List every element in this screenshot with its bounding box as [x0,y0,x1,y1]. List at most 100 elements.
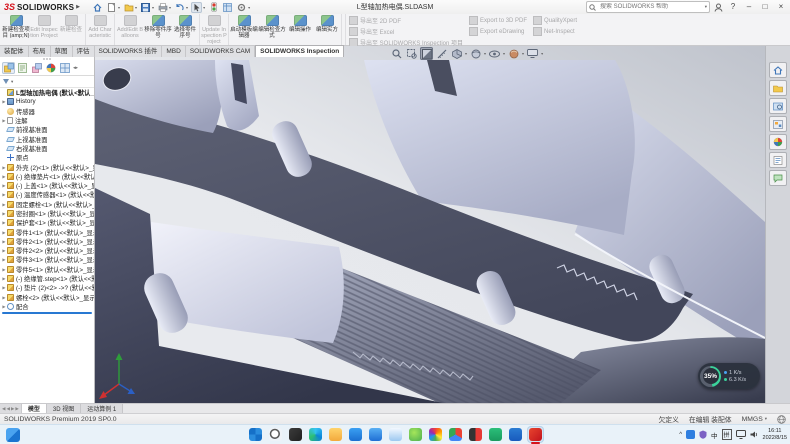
commandmanager-tab[interactable]: SOLIDWORKS Inspection [255,45,344,57]
select-tool-icon[interactable] [191,2,202,13]
appearances-scenes-icon[interactable] [769,134,787,150]
print-caret-icon[interactable]: ▾ [169,5,171,10]
tree-item[interactable]: ▶ (-) 温度传感器<1> (默认<<默认>_显 [0,190,94,199]
zoom-fit-icon[interactable] [390,47,403,60]
hide-show-caret-icon[interactable]: ▾ [503,51,505,56]
tree-item[interactable]: ▶ 零件5<1> (默认<<默认>_显示状态 [0,265,94,274]
mail-icon[interactable] [347,426,364,443]
document-tab[interactable]: 模型 [22,404,47,413]
view-palette-icon[interactable] [769,116,787,132]
propertymanager-tab-icon[interactable] [16,62,29,74]
new-document-icon[interactable] [106,2,117,13]
ribbon-button[interactable]: 选择零件序号 [172,14,200,45]
file-explorer-icon[interactable] [327,426,344,443]
weather-icon[interactable] [387,426,404,443]
ribbon-button[interactable]: Add Characteristic [87,14,115,45]
tree-item[interactable]: ▶ 密封圈<1> (默认<<默认>_显示状态 [0,209,94,218]
assembly-model-view[interactable] [95,46,765,403]
view-settings-caret-icon[interactable]: ▾ [541,51,543,56]
tree-item[interactable]: ▶ 注解 [0,116,94,125]
hide-show-items-icon[interactable] [488,47,501,60]
tree-item[interactable]: 前视基准面 [0,125,94,134]
tree-item[interactable]: ▶ (-) 垫片 (2)<2> ->? (默认<<默认> [0,283,94,292]
tree-item[interactable]: 上视基准面 [0,134,94,143]
solidworks-forum-icon[interactable] [769,170,787,186]
undo-icon[interactable] [174,2,185,13]
login-user-icon[interactable] [714,3,723,12]
commandmanager-tab[interactable]: SOLIDWORKS 插件 [95,46,163,57]
custom-properties-icon[interactable] [769,152,787,168]
document-tab[interactable]: 3D 视图 [47,404,81,413]
export-button[interactable]: Export to 3D PDF [469,16,527,25]
design-library-icon[interactable] [769,80,787,96]
task-view-button[interactable] [287,426,304,443]
rebuild-icon[interactable] [208,2,219,13]
volume-icon[interactable] [750,430,759,439]
display-style-icon[interactable] [469,47,482,60]
ime-language-indicator[interactable]: 中 [711,430,718,440]
notes-icon[interactable] [487,426,504,443]
options-caret-icon[interactable]: ▾ [248,5,250,10]
widgets-icon[interactable] [6,428,20,442]
ribbon-button[interactable]: 移除零件序号 [144,14,172,45]
export-button[interactable]: Export eDrawing [469,27,527,36]
store-icon[interactable] [367,426,384,443]
search-button[interactable] [267,426,284,443]
tray-app-blue-icon[interactable] [686,430,695,439]
ribbon-button[interactable]: 编辑实方 [314,14,342,45]
tree-item[interactable]: ▶ 零件3<1> (默认<<默认>_显示状态 [0,255,94,264]
help-button[interactable]: ? [727,1,739,13]
word-icon[interactable] [507,426,524,443]
export-button[interactable]: Net-Inspect [533,27,577,36]
file-properties-icon[interactable] [222,2,233,13]
commandmanager-tab[interactable]: 布局 [29,46,51,57]
displaymanager-tab-icon[interactable] [58,62,71,74]
tree-item[interactable]: ▶ (-) 上盖<1> (默认<<默认>_显示状态 [0,181,94,190]
solidworks-logo[interactable]: 3S SOLIDWORKS ▶ [0,2,84,12]
ime-mode-indicator[interactable]: 拼 [722,429,732,440]
display-style-caret-icon[interactable]: ▾ [484,51,486,56]
reader-icon[interactable] [467,426,484,443]
commandmanager-tab[interactable]: 草图 [51,46,73,57]
ribbon-button[interactable]: 编辑检查方式 [258,14,286,45]
units-selector[interactable]: MMGS ▾ [742,416,767,423]
ribbon-button[interactable]: Add/Edit Balloons [116,14,144,45]
print-icon[interactable] [157,2,168,13]
tree-root-item[interactable]: L型轴加热电偶 (默认<默认_显示状态-1> [0,88,94,97]
zoom-area-icon[interactable] [405,47,418,60]
performance-gauge[interactable]: 35% 1 K/s 6.3 K/s [698,363,760,389]
measure-icon[interactable] [435,47,448,60]
panel-tabs-overflow-icon[interactable]: ◂▸ [73,65,78,71]
tree-item[interactable]: 传感器 [0,107,94,116]
ribbon-button[interactable]: 新建检查 [58,14,86,45]
commandmanager-tab[interactable]: 评估 [73,46,95,57]
tree-item[interactable]: ▶ 零件2<2> (默认<<默认>_显示状态 [0,246,94,255]
tab-scroll-buttons[interactable]: ◀◀▶▶ [0,404,22,413]
network-display-icon[interactable] [736,430,746,439]
tree-item[interactable]: ▶ 零件1<1> (默认<<默认>_显示状态 [0,227,94,236]
edit-appearance-icon[interactable] [507,47,520,60]
tree-item[interactable]: 右视基准面 [0,144,94,153]
ribbon-button[interactable]: 启动模板编辑器 [230,14,258,45]
configurationmanager-tab-icon[interactable] [30,62,43,74]
ribbon-button[interactable]: Update Inspection Project [201,14,229,45]
taskbar-clock[interactable]: 16:11 2022/8/15 [763,428,787,441]
commandmanager-tab[interactable]: 装配体 [0,46,29,57]
filter-caret-icon[interactable]: ▾ [11,79,13,85]
commandmanager-tab[interactable]: MBD [162,46,185,57]
home-icon[interactable] [92,2,103,13]
graphics-area[interactable]: ▾ ▾ ▾ ▾ ▾ 35% 1 K/s 6.3 K/s [95,46,765,403]
solidworks-resources-icon[interactable] [769,62,787,78]
ribbon-button[interactable]: 新建检查项目 (amp;N) [2,14,30,45]
tree-filter[interactable]: ▾ [0,76,94,88]
tree-item[interactable]: ▶ (-) 绝缘垫片<1> (默认<<默认>_显示 [0,172,94,181]
chrome-icon[interactable] [447,426,464,443]
rollback-bar[interactable] [2,312,92,314]
ribbon-button[interactable]: 编辑操作 [286,14,314,45]
globe-icon[interactable] [777,415,786,424]
tree-item[interactable]: ▶ 保护套<1> (默认<<默认>_显示状态 [0,218,94,227]
tree-item[interactable]: ▶ 零件2<1> (默认<<默认>_显示状态 [0,237,94,246]
select-caret-icon[interactable]: ▾ [203,5,205,10]
ribbon-button[interactable]: Edit Inspection Project [30,14,58,45]
edit-appearance-caret-icon[interactable]: ▾ [522,51,524,56]
